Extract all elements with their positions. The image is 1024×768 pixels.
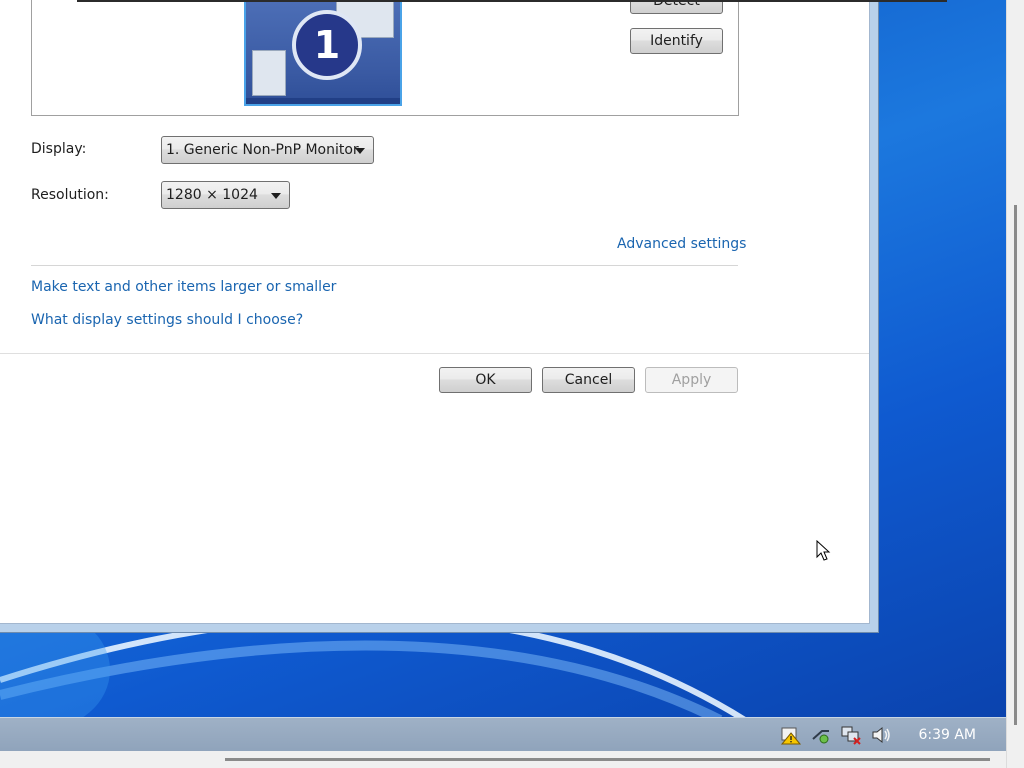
screen-resolution-window: 1 Detect Identify Display: 1. Generic No… [0, 0, 879, 633]
overlapping-window-edge [77, 0, 947, 2]
cancel-button[interactable]: Cancel [542, 367, 635, 393]
dialog-client-area: 1 Detect Identify Display: 1. Generic No… [0, 0, 870, 624]
network-icon[interactable] [810, 725, 832, 745]
resolution-dropdown[interactable]: 1280 × 1024 [161, 181, 290, 209]
divider [31, 265, 738, 266]
taskbar: 6:39 AM [0, 717, 1006, 752]
display-help-link[interactable]: What display settings should I choose? [31, 312, 303, 328]
chevron-down-icon [355, 148, 365, 154]
display-label: Display: [31, 141, 87, 157]
resolution-dropdown-value: 1280 × 1024 [166, 187, 258, 203]
display-dropdown-value: 1. Generic Non-PnP Monitor [166, 142, 359, 158]
monitor-1-preview[interactable]: 1 [244, 0, 402, 106]
ok-button[interactable]: OK [439, 367, 532, 393]
monitor-window-thumbnail [252, 50, 286, 96]
mouse-pointer-icon [816, 540, 831, 561]
system-tray: 6:39 AM [780, 718, 1006, 752]
chevron-down-icon [271, 193, 281, 199]
horizontal-scrollbar[interactable] [0, 751, 1006, 768]
network-disconnected-icon[interactable] [840, 725, 862, 745]
action-center-warning-icon[interactable] [780, 725, 802, 745]
display-dropdown[interactable]: 1. Generic Non-PnP Monitor [161, 136, 374, 164]
apply-button[interactable]: Apply [645, 367, 738, 393]
monitor-taskbar-thumbnail [246, 98, 400, 104]
footer-divider [0, 353, 869, 354]
scrollbar-thumb[interactable] [225, 758, 990, 761]
taskbar-clock[interactable]: 6:39 AM [918, 727, 976, 743]
volume-icon[interactable] [870, 725, 892, 745]
monitor-number-badge: 1 [292, 10, 362, 80]
advanced-settings-link[interactable]: Advanced settings [617, 236, 746, 252]
resolution-label: Resolution: [31, 187, 109, 203]
identify-button[interactable]: Identify [630, 28, 723, 54]
text-size-link[interactable]: Make text and other items larger or smal… [31, 279, 336, 295]
detect-button[interactable]: Detect [630, 0, 723, 14]
scrollbar-thumb[interactable] [1014, 205, 1017, 725]
vertical-scrollbar[interactable] [1006, 0, 1024, 768]
